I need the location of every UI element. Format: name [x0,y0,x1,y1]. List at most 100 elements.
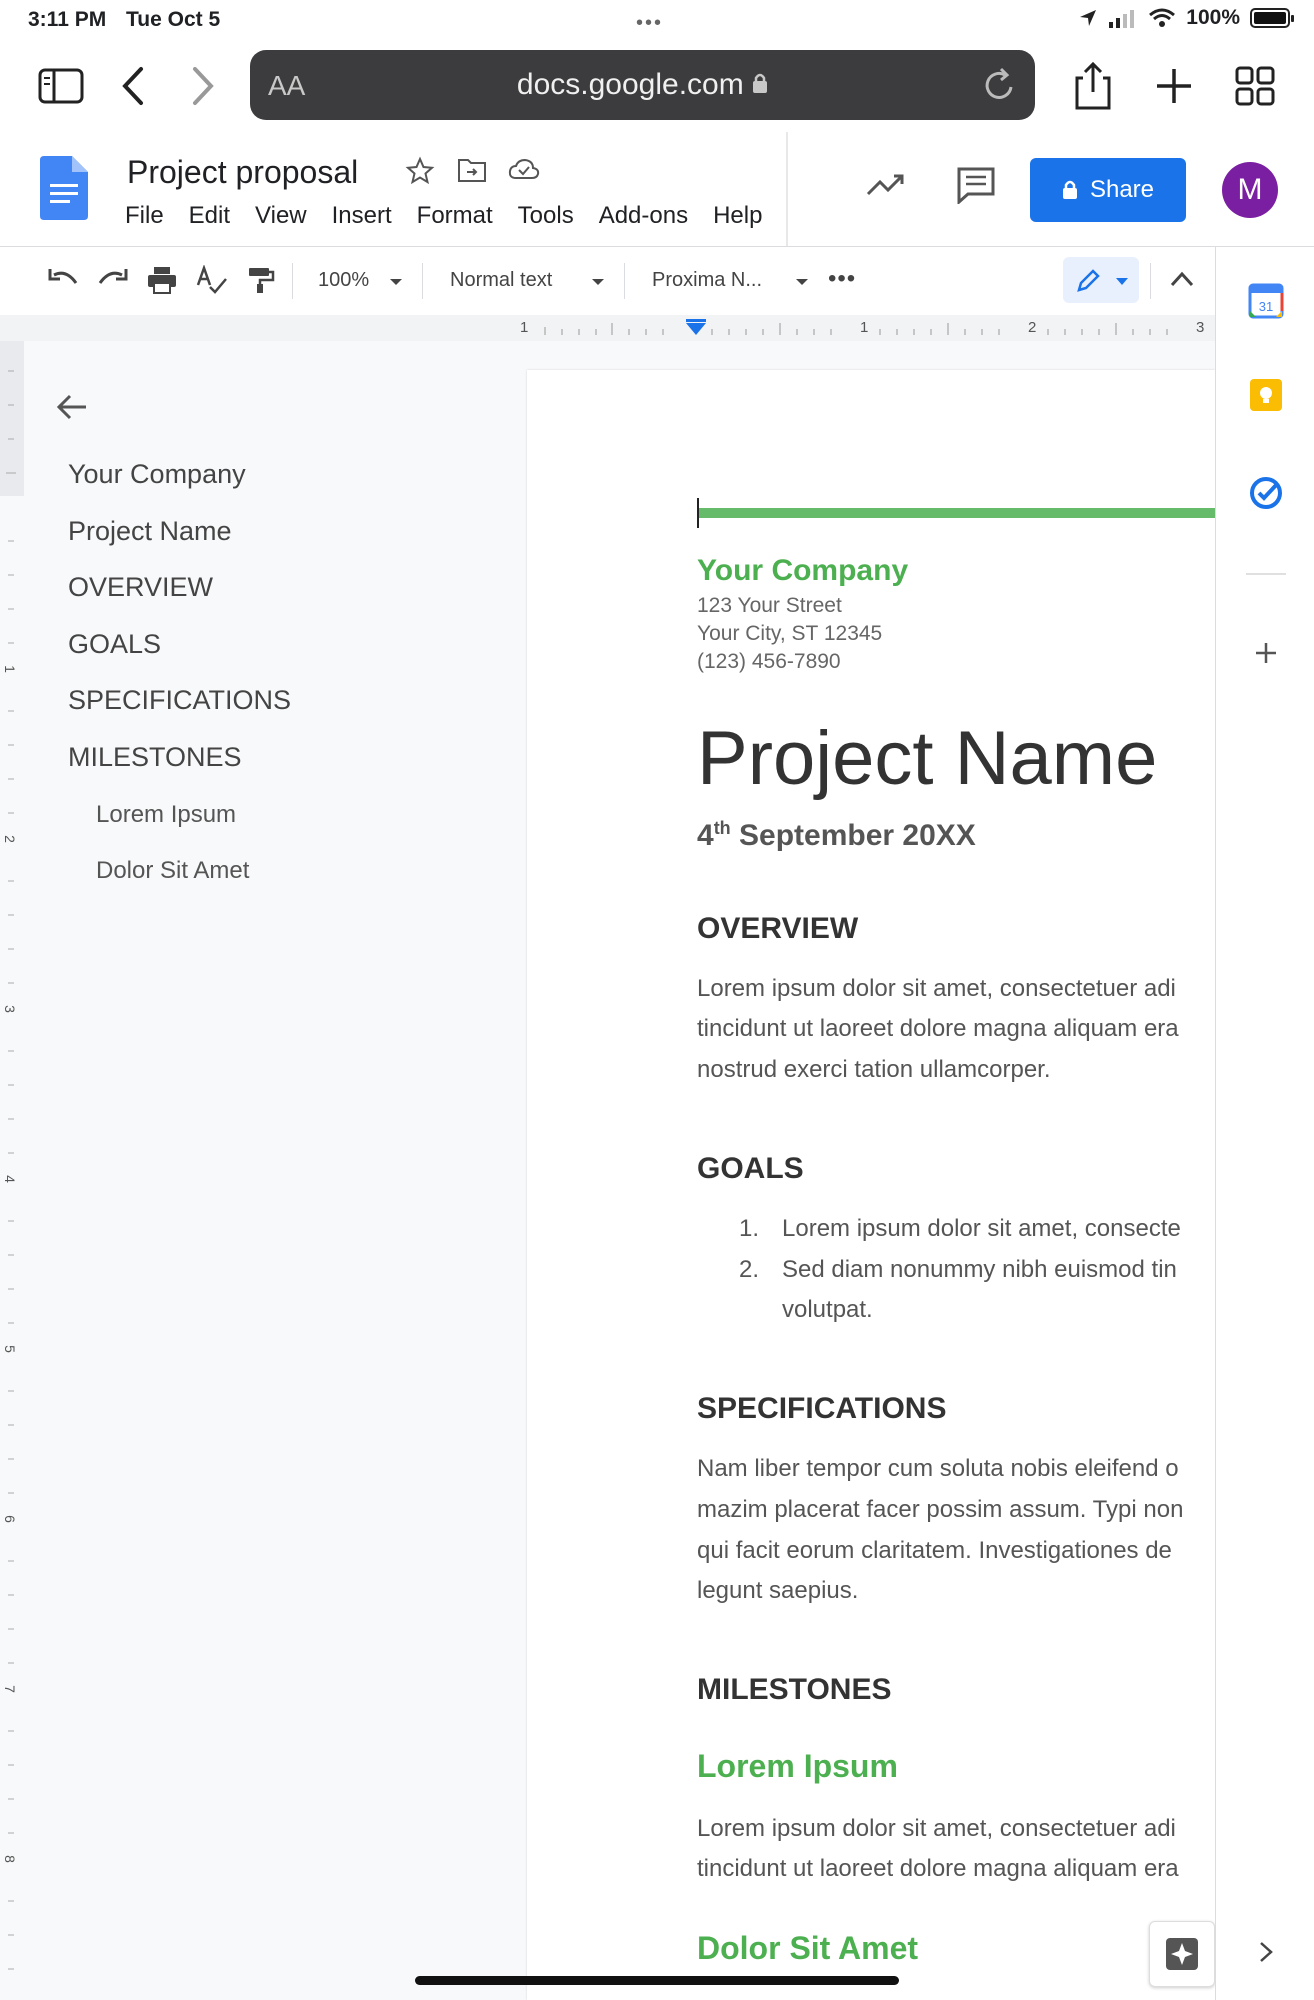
expand-panel-chevron-right-icon[interactable] [1258,1941,1274,1963]
ruler-label: 2 [1028,319,1037,336]
outline-item[interactable]: SPECIFICATIONS [68,685,291,716]
project-title: Project Name [697,716,1158,801]
redo-icon[interactable] [96,265,130,295]
header-divider [786,132,788,246]
menu-insert[interactable]: Insert [332,202,392,230]
body-line: mazim placerat facer possim assum. Typi … [697,1496,1184,1523]
ruler-label: 3 [1196,319,1205,336]
font-chevron-down-icon[interactable] [794,277,810,287]
docs-logo-icon[interactable] [40,156,88,220]
outline-subitem[interactable]: Lorem Ipsum [96,801,236,829]
home-indicator[interactable] [415,1976,899,1985]
paint-format-icon[interactable] [246,265,276,295]
style-chevron-down-icon[interactable] [590,277,606,287]
comment-icon[interactable] [956,166,996,204]
address-line: 123 Your Street [697,594,842,617]
url-value: docs.google.com [516,68,744,101]
tasks-icon[interactable] [1248,475,1284,511]
calendar-icon[interactable]: 31 [1248,283,1284,319]
move-folder-icon[interactable] [457,156,487,184]
collapse-chevron-up-icon[interactable] [1170,271,1194,287]
vertical-ruler[interactable]: 1 2 3 4 5 6 7 8 [0,341,25,2000]
zoom-select[interactable]: 100% [318,269,369,292]
date-rest: September 20XX [730,819,976,852]
close-outline-arrow-left-icon[interactable] [56,393,88,421]
add-addon-plus-icon[interactable] [1254,641,1278,665]
toolbar-separator [1150,263,1151,299]
back-icon[interactable] [118,62,148,110]
undo-icon[interactable] [46,265,80,295]
star-icon[interactable] [405,156,435,186]
menu-tools[interactable]: Tools [518,202,574,230]
body-line: legunt saepius. [697,1577,859,1604]
status-right: 100% [1078,6,1294,30]
location-icon [1080,10,1097,26]
address-line: Your City, ST 12345 [697,622,883,645]
menu-file[interactable]: File [125,202,164,230]
list-item: volutpat. [782,1296,873,1323]
menu-addons[interactable]: Add-ons [599,202,688,230]
svg-text:31: 31 [1259,299,1273,314]
forward-icon[interactable] [188,62,218,110]
lock-icon [753,73,768,93]
list-item: Sed diam nonummy nibh euismod tin [782,1256,1177,1283]
avatar[interactable]: M [1222,162,1278,218]
share-button[interactable]: Share [1030,158,1186,222]
outline-item[interactable]: OVERVIEW [68,572,213,603]
outline-item[interactable]: MILESTONES [68,742,242,773]
url-text[interactable]: docs.google.com [250,68,1035,102]
editing-mode-button[interactable] [1063,257,1139,303]
horizontal-ruler[interactable]: 1 1 2 3 [0,315,1215,342]
cloud-saved-icon[interactable] [508,158,540,182]
share-sheet-icon[interactable] [1070,62,1116,110]
menu-bar: File Edit View Insert Format Tools Add-o… [125,202,762,230]
menu-help[interactable]: Help [713,202,762,230]
share-label: Share [1089,176,1155,203]
milestone-heading: Lorem Ipsum [697,1748,898,1784]
document-title[interactable]: Project proposal [127,154,358,191]
body-line: Nam liber tempor cum soluta nobis eleife… [697,1455,1179,1482]
pencil-icon [1077,269,1100,292]
address-line: (123) 456-7890 [697,650,841,673]
document-outline: Your Company Project Name OVERVIEW GOALS… [24,341,527,2000]
menu-format[interactable]: Format [417,202,493,230]
ruler-label: 1 [520,319,529,336]
font-select[interactable]: Proxima N... [652,269,762,292]
milestones-heading: MILESTONES [697,1673,892,1706]
print-icon[interactable] [146,265,178,295]
activity-trend-icon[interactable] [866,172,906,198]
menu-view[interactable]: View [255,202,307,230]
body-line: tincidunt ut laoreet dolore magna aliqua… [697,1855,1179,1882]
style-select[interactable]: Normal text [450,269,552,292]
more-options-icon[interactable]: ••• [828,265,856,293]
outline-subitem[interactable]: Dolor Sit Amet [96,857,249,885]
menu-edit[interactable]: Edit [189,202,230,230]
outline-item[interactable]: GOALS [68,629,161,660]
outline-item[interactable]: Project Name [68,516,232,547]
spellcheck-icon[interactable] [196,265,228,295]
indent-marker-icon[interactable] [686,323,706,335]
new-tab-icon[interactable] [1152,62,1196,110]
address-bar[interactable]: AA docs.google.com [250,50,1035,120]
body-line: Lorem ipsum dolor sit amet, consectetuer… [697,1815,1176,1842]
outline-item[interactable]: Your Company [68,459,246,490]
keep-icon[interactable] [1248,377,1284,413]
tab-overview-icon[interactable] [1232,62,1278,110]
zoom-value: 100% [318,269,370,291]
zoom-chevron-down-icon[interactable] [388,277,404,287]
multitasking-dots-icon[interactable]: ••• [636,12,663,35]
battery-icon [1250,8,1294,28]
body-line: qui facit eorum claritatem. Investigatio… [697,1537,1172,1564]
vruler-label: 5 [1,1345,18,1353]
document-page[interactable]: Your Company 123 Your Street Your City, … [527,370,1215,2000]
browser-toolbar: AA docs.google.com [0,42,1314,132]
project-date: 4th September 20XX [697,818,976,853]
sidebar-toggle-icon[interactable] [36,62,86,110]
explore-button[interactable] [1149,1921,1215,1987]
vruler-label: 2 [1,835,18,843]
accent-rule [699,508,1215,518]
reload-icon[interactable] [983,67,1017,103]
list-item: Lorem ipsum dolor sit amet, consecte [782,1215,1181,1242]
status-time: 3:11 PM [28,8,107,31]
side-panel-divider [1246,573,1286,575]
